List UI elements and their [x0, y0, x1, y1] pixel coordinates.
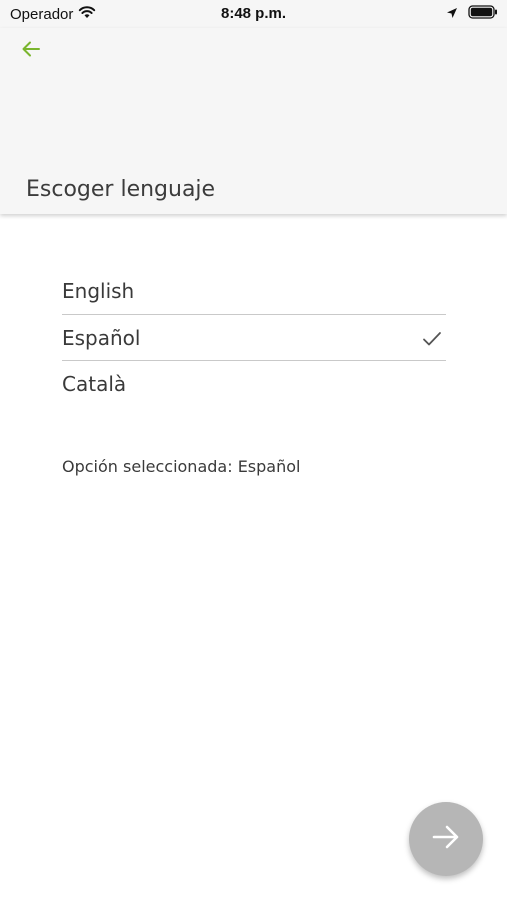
page-title: Escoger lenguaje — [26, 177, 216, 202]
language-option-catala[interactable]: Català — [62, 360, 446, 406]
language-option-espanol[interactable]: Español — [62, 314, 446, 360]
selected-option-text: Opción seleccionada: Español — [62, 457, 301, 476]
language-option-english[interactable]: English — [62, 268, 446, 314]
language-label: Català — [62, 371, 127, 396]
battery-icon — [468, 5, 498, 23]
location-arrow-icon — [446, 6, 458, 23]
language-list: English Español Català — [62, 268, 446, 406]
arrow-right-icon — [432, 824, 460, 855]
status-bar: Operador 8:48 p.m. — [0, 0, 507, 28]
arrow-left-icon — [22, 41, 40, 62]
language-label: English — [62, 279, 135, 303]
language-label: Español — [62, 325, 141, 350]
app-bar: Escoger lenguaje — [0, 28, 507, 214]
next-button[interactable] — [409, 802, 483, 876]
status-time: 8:48 p.m. — [220, 5, 287, 22]
checkmark-icon — [422, 328, 442, 352]
back-button[interactable] — [14, 36, 48, 66]
status-right — [446, 5, 498, 23]
